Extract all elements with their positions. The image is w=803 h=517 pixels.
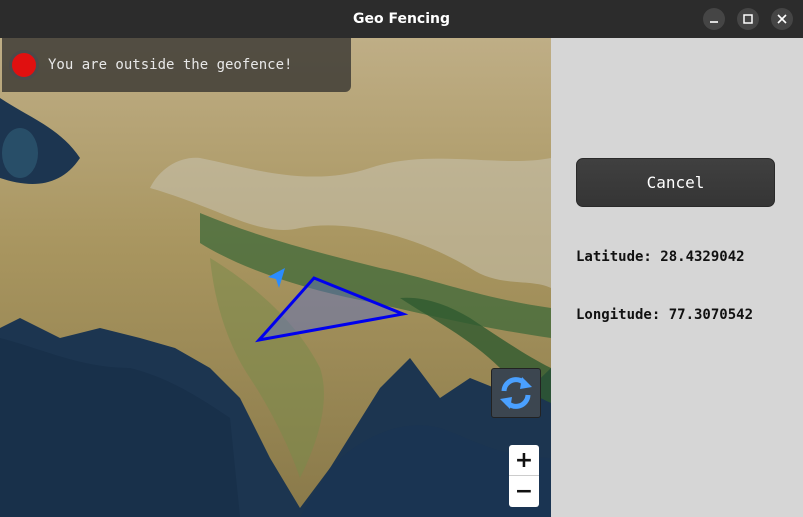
- zoom-in-button[interactable]: +: [509, 445, 539, 475]
- navigation-arrow-icon: [268, 268, 285, 288]
- maximize-icon: [743, 14, 753, 24]
- cancel-button[interactable]: Cancel: [576, 158, 775, 207]
- window-controls: [703, 8, 793, 30]
- side-panel: Cancel Latitude: 28.4329042 Longitude: 7…: [551, 38, 803, 517]
- maximize-button[interactable]: [737, 8, 759, 30]
- refresh-button[interactable]: [491, 368, 541, 418]
- longitude-label: Longitude: 77.3070542: [576, 307, 754, 323]
- title-bar: Geo Fencing: [0, 0, 803, 38]
- satellite-map[interactable]: You are outside the geofence! + −: [0, 38, 551, 517]
- minimize-icon: [710, 21, 718, 23]
- latitude-label: Latitude: 28.4329042: [576, 249, 745, 265]
- close-button[interactable]: [771, 8, 793, 30]
- close-icon: [777, 14, 787, 24]
- status-indicator: [9, 50, 39, 80]
- refresh-icon: [500, 377, 532, 409]
- minimize-button[interactable]: [703, 8, 725, 30]
- zoom-out-button[interactable]: −: [509, 476, 539, 506]
- zoom-control: + −: [509, 445, 539, 507]
- geofence-status-banner: You are outside the geofence!: [2, 38, 351, 92]
- status-text: You are outside the geofence!: [48, 57, 293, 73]
- window-title: Geo Fencing: [352, 11, 451, 27]
